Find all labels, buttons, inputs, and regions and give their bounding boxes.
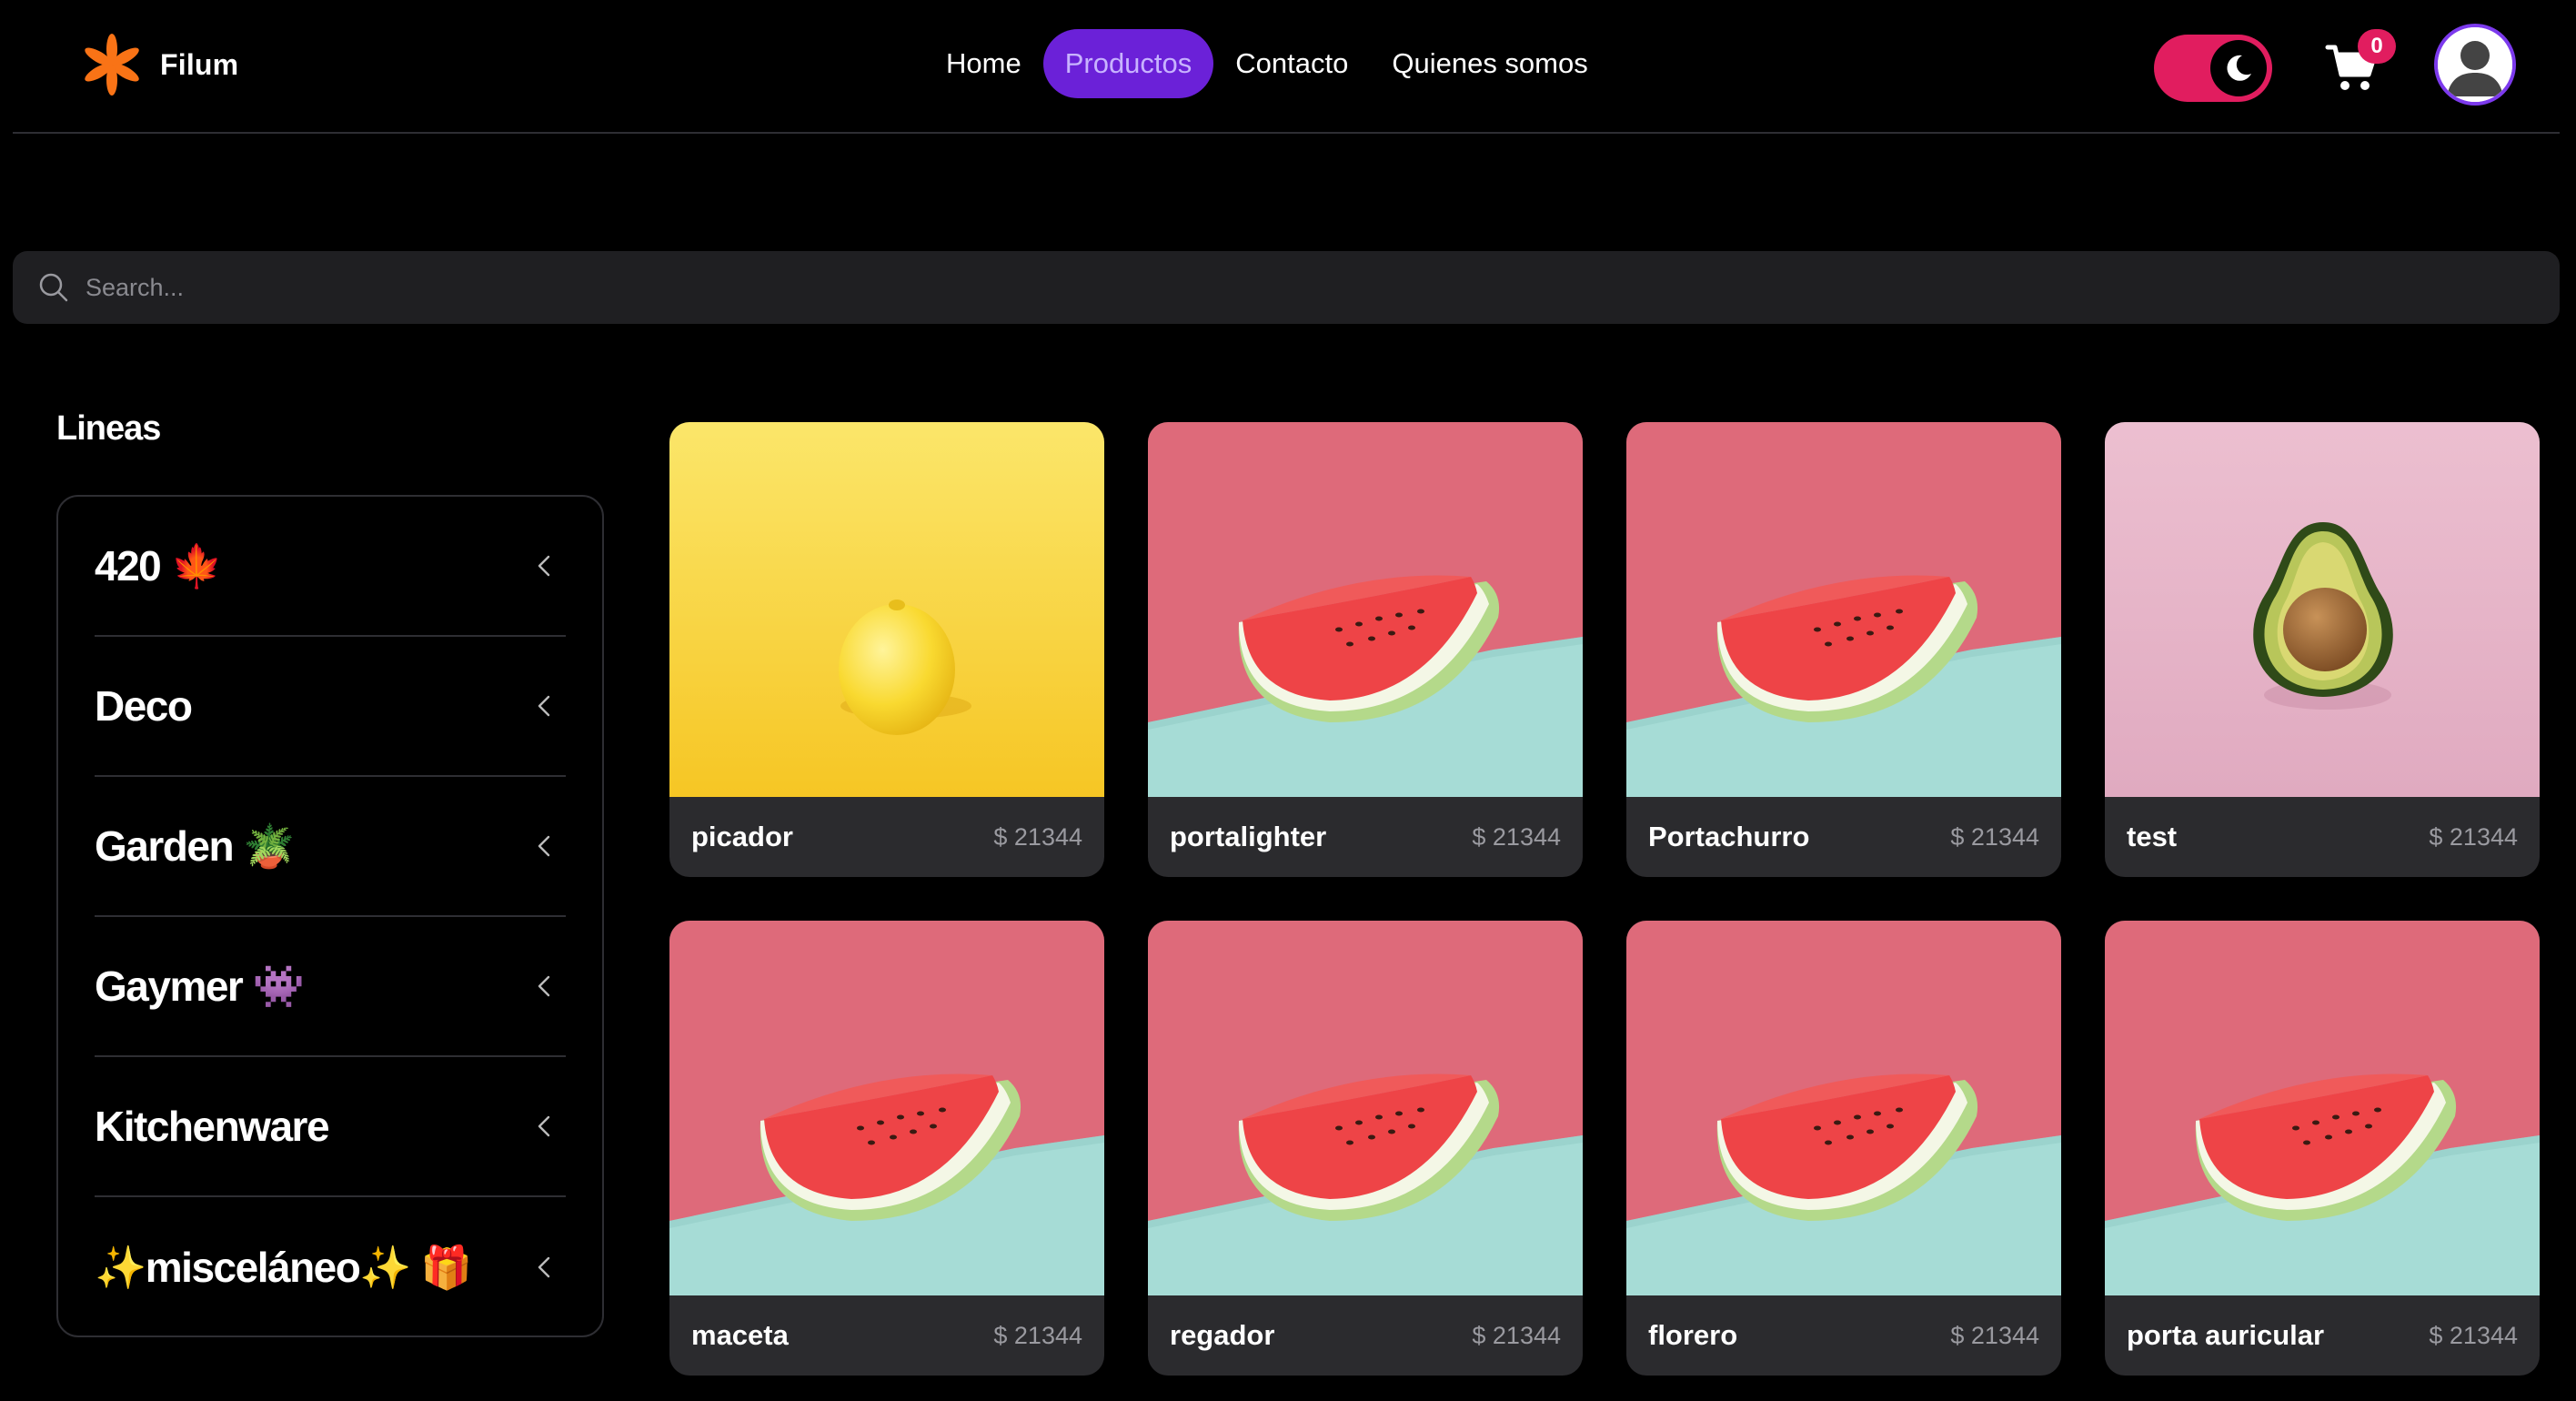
product-price: $ 21344 xyxy=(993,1321,1082,1349)
product-card[interactable]: maceta $ 21344 xyxy=(669,921,1104,1376)
product-card[interactable]: porta auricular $ 21344 xyxy=(2105,921,2540,1376)
asterisk-logo-icon xyxy=(85,34,139,96)
watermelon-image xyxy=(1626,921,2061,1295)
brand[interactable]: Filum xyxy=(80,33,238,96)
product-price: $ 21344 xyxy=(1472,1321,1561,1349)
watermelon-image xyxy=(669,921,1104,1295)
nav-home[interactable]: Home xyxy=(924,29,1043,98)
product-card-footer: regador $ 21344 xyxy=(1148,1295,1583,1376)
chevron-left-icon xyxy=(538,695,550,717)
nav-quienes-somos[interactable]: Quienes somos xyxy=(1370,29,1609,98)
sidebar-item-label: Kitchenware xyxy=(95,1103,330,1150)
sidebar-item-label: Garden 🪴 xyxy=(95,821,296,870)
product-card-footer: Portachurro $ 21344 xyxy=(1626,797,2061,877)
watermelon-image xyxy=(1626,422,2061,797)
user-avatar[interactable] xyxy=(2434,24,2516,106)
main-nav: Home Productos Contacto Quienes somos xyxy=(924,29,1610,98)
chevron-left-icon xyxy=(538,1115,550,1137)
watermelon-image xyxy=(2105,921,2540,1295)
product-card[interactable]: picador $ 21344 xyxy=(669,422,1104,877)
product-name: Portachurro xyxy=(1648,821,1810,852)
lemon-image xyxy=(669,422,1104,797)
product-card-footer: picador $ 21344 xyxy=(669,797,1104,877)
nav-productos[interactable]: Productos xyxy=(1042,29,1214,98)
search-input[interactable] xyxy=(84,251,2560,324)
sidebar-item-miscelaneo[interactable]: ✨misceláneo✨ 🎁 xyxy=(95,1197,566,1337)
avocado-image xyxy=(2105,422,2540,797)
product-card-footer: porta auricular $ 21344 xyxy=(2105,1295,2540,1376)
theme-toggle-knob xyxy=(2210,40,2267,96)
product-card-footer: maceta $ 21344 xyxy=(669,1295,1104,1376)
search-bar[interactable] xyxy=(13,251,2560,324)
chevron-left-icon xyxy=(538,1256,550,1278)
product-name: regador xyxy=(1170,1319,1275,1351)
product-card[interactable]: portalighter $ 21344 xyxy=(1148,422,1583,877)
product-price: $ 21344 xyxy=(2429,1321,2518,1349)
search-icon xyxy=(39,273,68,302)
product-grid: picador $ 21344 portalighter $ 21344 Por… xyxy=(669,422,2540,1376)
product-price: $ 21344 xyxy=(1472,822,1561,851)
watermelon-image xyxy=(1148,921,1583,1295)
product-name: picador xyxy=(691,821,793,852)
product-card-footer: test $ 21344 xyxy=(2105,797,2540,877)
category-sidebar: 420 🍁 Deco Garden 🪴 Gaymer 👾 Kitchenware… xyxy=(56,495,604,1337)
product-name: maceta xyxy=(691,1319,789,1351)
product-card-footer: portalighter $ 21344 xyxy=(1148,797,1583,877)
sidebar-item-label: 420 🍁 xyxy=(95,541,223,590)
cart-count-badge: 0 xyxy=(2358,29,2396,64)
product-price: $ 21344 xyxy=(993,822,1082,851)
brand-name: Filum xyxy=(160,47,239,81)
sidebar-item-deco[interactable]: Deco xyxy=(95,637,566,777)
sidebar-item-kitchenware[interactable]: Kitchenware xyxy=(95,1057,566,1197)
product-card[interactable]: Portachurro $ 21344 xyxy=(1626,422,2061,877)
product-name: florero xyxy=(1648,1319,1738,1351)
chevron-left-icon xyxy=(538,835,550,857)
header-divider xyxy=(13,132,2560,134)
product-card[interactable]: florero $ 21344 xyxy=(1626,921,2061,1376)
product-card[interactable]: test $ 21344 xyxy=(2105,422,2540,877)
product-price: $ 21344 xyxy=(1950,822,2039,851)
sidebar-item-garden[interactable]: Garden 🪴 xyxy=(95,777,566,917)
product-card-footer: florero $ 21344 xyxy=(1626,1295,2061,1376)
top-navbar: Filum Home Productos Contacto Quienes so… xyxy=(0,0,2576,133)
product-name: test xyxy=(2127,821,2178,852)
sidebar-title: Lineas xyxy=(56,409,161,448)
theme-toggle[interactable] xyxy=(2154,35,2272,102)
chevron-left-icon xyxy=(538,555,550,577)
product-price: $ 21344 xyxy=(1950,1321,2039,1349)
cart-button[interactable]: 0 xyxy=(2325,29,2396,98)
product-card[interactable]: regador $ 21344 xyxy=(1148,921,1583,1376)
chevron-left-icon xyxy=(538,975,550,997)
sidebar-item-420[interactable]: 420 🍁 xyxy=(95,497,566,637)
sidebar-item-gaymer[interactable]: Gaymer 👾 xyxy=(95,917,566,1057)
product-price: $ 21344 xyxy=(2429,822,2518,851)
watermelon-image xyxy=(1148,422,1583,797)
moon-icon xyxy=(2227,55,2251,81)
sidebar-item-label: ✨misceláneo✨ 🎁 xyxy=(95,1243,473,1291)
product-name: porta auricular xyxy=(2127,1319,2325,1351)
sidebar-item-label: Deco xyxy=(95,682,193,730)
sidebar-item-label: Gaymer 👾 xyxy=(95,962,305,1010)
nav-contacto[interactable]: Contacto xyxy=(1213,29,1370,98)
user-avatar-icon xyxy=(2438,27,2512,102)
product-name: portalighter xyxy=(1170,821,1327,852)
